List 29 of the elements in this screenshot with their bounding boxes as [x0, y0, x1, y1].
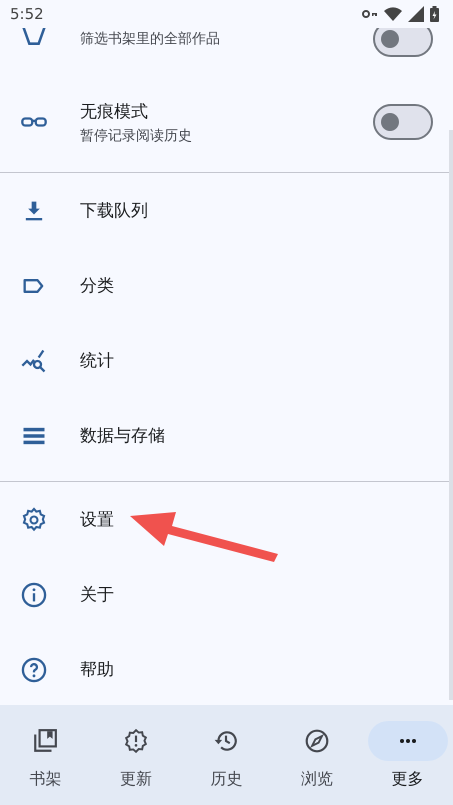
menu-item[interactable]: 设置: [0, 482, 453, 557]
menu-item[interactable]: 帮助: [0, 632, 453, 705]
battery-icon: [430, 6, 439, 22]
toggle-switch[interactable]: [373, 28, 433, 57]
nav-tab[interactable]: 更多: [362, 705, 453, 805]
menu-item[interactable]: 统计: [0, 323, 453, 398]
key-icon: [362, 9, 378, 19]
info-icon: [20, 580, 48, 608]
wifi-icon: [384, 7, 402, 21]
menu-item[interactable]: 数据与存储: [0, 398, 453, 473]
settings-icon: [20, 506, 48, 534]
menu-item[interactable]: 下载队列: [0, 173, 453, 248]
help-icon: [20, 656, 48, 684]
menu-item[interactable]: 关于: [0, 557, 453, 632]
nav-tab[interactable]: 历史: [181, 705, 272, 805]
books-icon: [32, 728, 58, 754]
setting-title: 无痕模式: [80, 100, 149, 122]
nav-tab[interactable]: 浏览: [272, 705, 362, 805]
setting-description: 筛选书架里的全部作品: [80, 30, 221, 48]
menu-item[interactable]: 分类: [0, 248, 453, 323]
alert-badge-icon: [122, 728, 149, 754]
setting-description: 暂停记录阅读历史: [80, 126, 193, 144]
compass-icon: [304, 728, 330, 754]
more-icon: [398, 738, 418, 744]
nav-tab[interactable]: 书架: [0, 705, 91, 805]
toggle-switch[interactable]: [373, 104, 433, 140]
nav-tab[interactable]: 更新: [90, 705, 182, 805]
signal-icon: [408, 6, 424, 22]
status-time: 5:52: [10, 5, 44, 23]
